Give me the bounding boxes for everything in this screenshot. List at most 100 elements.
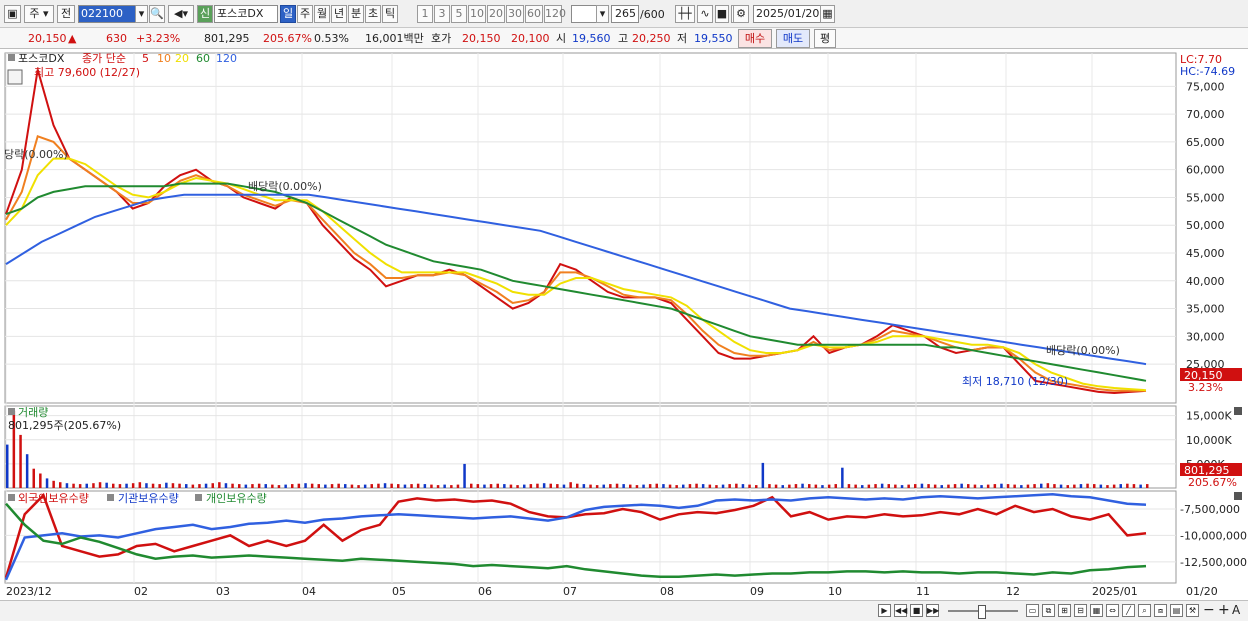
volume-bar bbox=[582, 484, 586, 488]
chart-menu-icon[interactable] bbox=[7, 69, 23, 85]
date-input[interactable]: 2025/01/20 bbox=[753, 5, 821, 23]
volume-bar bbox=[629, 484, 632, 488]
volume-bar bbox=[695, 483, 698, 488]
compare-icon[interactable]: ⧈ bbox=[1154, 604, 1167, 617]
period-button-3[interactable]: 년 bbox=[331, 5, 347, 23]
blank-dropdown-icon[interactable]: ▾ bbox=[596, 5, 609, 23]
volume-bar bbox=[536, 483, 539, 488]
volume-value-text: 801,295주(205.67%) bbox=[8, 419, 121, 432]
gear-icon[interactable]: ⚙ bbox=[733, 5, 749, 23]
prev-button[interactable]: 전 bbox=[57, 5, 75, 23]
period-button-5[interactable]: 초 bbox=[365, 5, 381, 23]
layout-icon[interactable]: ▭ bbox=[1026, 604, 1039, 617]
volume-bar bbox=[204, 483, 208, 488]
interval-button-0[interactable]: 1 bbox=[417, 5, 433, 23]
eval-button[interactable]: 평 bbox=[814, 29, 836, 48]
stock-chart-area[interactable]: 75,000 70,000 65,000 60,000 55,000 50,000 45,0… bbox=[0, 50, 1248, 621]
volume-bar bbox=[145, 483, 148, 488]
volume-bar bbox=[847, 484, 851, 488]
period-select-label: 주 bbox=[29, 7, 40, 20]
volume-bar bbox=[1126, 483, 1129, 488]
fit-icon[interactable]: ⇔ bbox=[1106, 604, 1119, 617]
code-dropdown-icon[interactable]: ▾ bbox=[135, 5, 148, 23]
volume-bar bbox=[59, 482, 62, 488]
volume-bar bbox=[291, 484, 294, 488]
volume-bar bbox=[894, 484, 897, 488]
volume-bar bbox=[430, 484, 433, 488]
zoom-in-icon[interactable]: + bbox=[1218, 602, 1230, 618]
vol-ytick-0: 15,000K bbox=[1186, 410, 1232, 423]
period-button-4[interactable]: 분 bbox=[348, 5, 364, 23]
volume-bar bbox=[317, 484, 320, 488]
period-select[interactable]: 주 ▾ bbox=[24, 5, 54, 23]
font-size-icon[interactable]: A bbox=[1232, 603, 1240, 617]
holdings-legend-square-icon bbox=[8, 494, 15, 501]
volume-bar bbox=[827, 484, 831, 488]
volume-bar bbox=[52, 480, 55, 488]
interval-button-2[interactable]: 5 bbox=[451, 5, 467, 23]
period-button-2[interactable]: 월 bbox=[314, 5, 330, 23]
interval-button-6[interactable]: 60 bbox=[525, 5, 543, 23]
split-icon[interactable]: ⊟ bbox=[1074, 604, 1087, 617]
interval-button-7[interactable]: 120 bbox=[544, 5, 566, 23]
candle-icon[interactable]: ┼┼ bbox=[675, 5, 695, 23]
volume-bar bbox=[92, 483, 95, 488]
grid2-icon[interactable]: ▤ bbox=[1170, 604, 1183, 617]
line-icon[interactable]: ╱ bbox=[1122, 604, 1135, 617]
holdings-close-icon[interactable] bbox=[1234, 492, 1242, 500]
volume-bar bbox=[410, 484, 413, 488]
volume-bar bbox=[761, 462, 765, 488]
volume-bar bbox=[443, 484, 446, 488]
speaker-icon[interactable]: ◀▾ bbox=[168, 5, 194, 23]
zoom-out-icon[interactable]: − bbox=[1203, 602, 1215, 618]
zoom-slider-handle[interactable] bbox=[978, 605, 986, 619]
search-icon[interactable]: 🔍 bbox=[149, 5, 165, 23]
volume-close-icon[interactable] bbox=[1234, 407, 1242, 415]
panel-icon[interactable]: ⊞ bbox=[1058, 604, 1071, 617]
volume-bar bbox=[675, 485, 678, 488]
zoom-icon[interactable]: ⌕ bbox=[1138, 604, 1151, 617]
volume-bar bbox=[973, 484, 977, 488]
stock-code-input[interactable]: 022100 bbox=[78, 5, 136, 23]
interval-button-5[interactable]: 30 bbox=[506, 5, 524, 23]
interval-button-3[interactable]: 10 bbox=[468, 5, 486, 23]
volume-bar bbox=[32, 468, 35, 488]
count-total: /600 bbox=[640, 8, 665, 21]
sell-button[interactable]: 매도 bbox=[776, 29, 810, 48]
volume-bar bbox=[257, 483, 261, 488]
price-change: 630 bbox=[106, 32, 127, 45]
period-button-6[interactable]: 틱 bbox=[382, 5, 398, 23]
settings-icon[interactable]: ⚒ bbox=[1186, 604, 1199, 617]
volume-bar bbox=[648, 484, 652, 488]
interval-button-1[interactable]: 3 bbox=[434, 5, 450, 23]
interval-button-4[interactable]: 20 bbox=[487, 5, 505, 23]
volume-bar bbox=[1059, 484, 1063, 488]
copy-icon[interactable]: ⧉ bbox=[1042, 604, 1055, 617]
volume-bar bbox=[125, 483, 128, 488]
scroll-first-icon[interactable]: ◀◀ bbox=[894, 604, 907, 617]
period-button-0[interactable]: 일 bbox=[280, 5, 296, 23]
indicator-icon[interactable]: ∿ bbox=[697, 5, 713, 23]
volume-bar bbox=[357, 485, 360, 488]
volume-bar bbox=[456, 484, 460, 488]
scroll-last-icon[interactable]: ▶▶ bbox=[926, 604, 939, 617]
window-menu-icon[interactable]: ▣ bbox=[4, 5, 21, 23]
volume-bar bbox=[25, 454, 29, 488]
count-input[interactable]: 265 bbox=[611, 5, 639, 23]
x-tick-0: 2023/12 bbox=[6, 585, 52, 598]
save-icon[interactable]: ■ bbox=[715, 5, 729, 23]
chart-scrollbar[interactable]: ▶ ◀◀ ■ ▶▶ ▭ ⧉ ⊞ ⊟ ▦ ⇔ ╱ ⌕ ⧈ ▤ ⚒ − + A bbox=[0, 600, 1248, 621]
volume-bar bbox=[834, 484, 837, 488]
stock-name-field[interactable]: 포스코DX bbox=[214, 5, 278, 23]
buy-button[interactable]: 매수 bbox=[738, 29, 772, 48]
scroll-stop-icon[interactable]: ■ bbox=[910, 604, 923, 617]
calendar-icon[interactable]: ▦ bbox=[820, 5, 835, 23]
volume-bar bbox=[211, 483, 214, 488]
main-toolbar: ▣ 주 ▾ 전 022100 ▾ 🔍 ◀▾ 신 포스코DX 일주월년분초틱 13… bbox=[0, 0, 1248, 28]
price-ytick-4: 55,000 bbox=[1186, 191, 1225, 204]
volume-bar bbox=[841, 467, 844, 488]
scroll-right-icon[interactable]: ▶ bbox=[878, 604, 891, 617]
period-button-1[interactable]: 주 bbox=[297, 5, 313, 23]
volume-bar bbox=[755, 485, 758, 488]
grid-icon[interactable]: ▦ bbox=[1090, 604, 1103, 617]
